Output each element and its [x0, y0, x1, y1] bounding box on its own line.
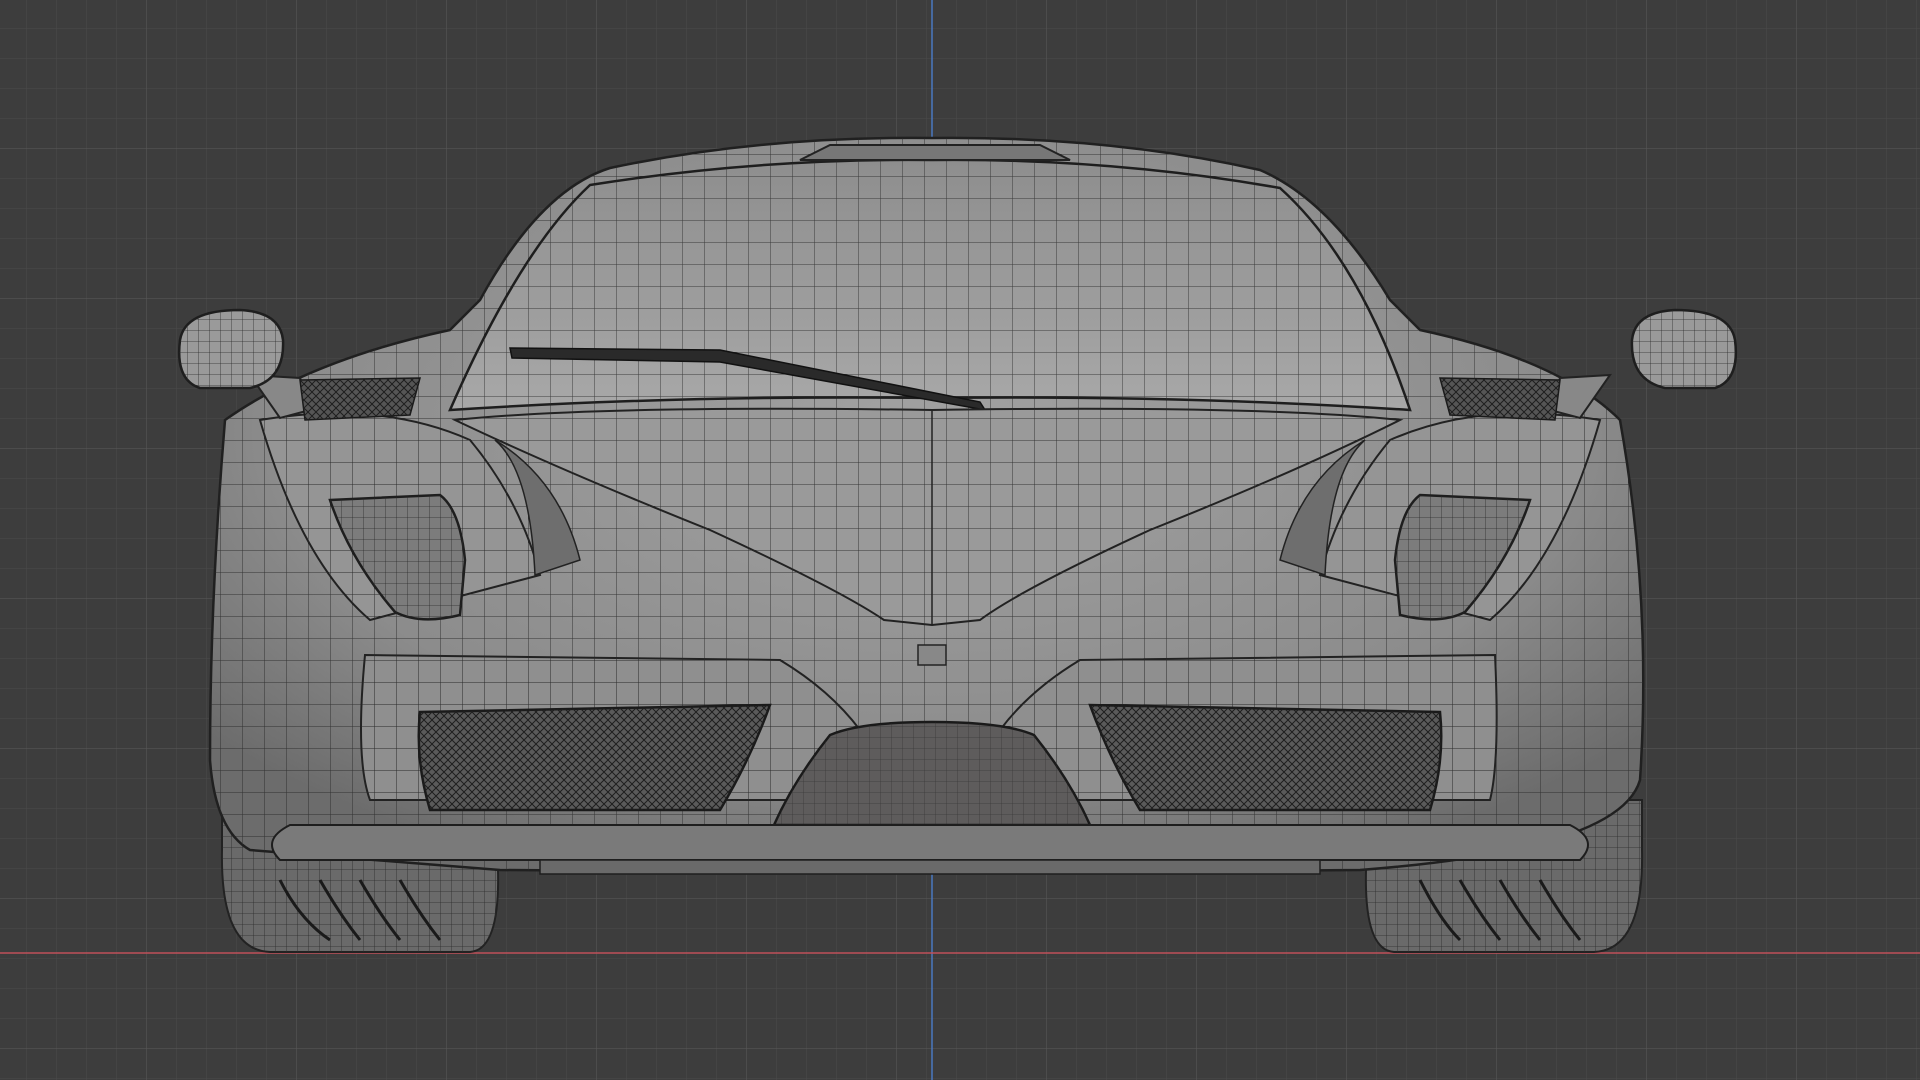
- viewport-canvas[interactable]: [0, 0, 1920, 1080]
- nose-emblem: [917, 644, 947, 666]
- 3d-viewport[interactable]: [0, 0, 1920, 1080]
- splitter-lip: [539, 859, 1321, 875]
- roof-intake: [799, 144, 1071, 161]
- front-splitter: [271, 824, 1589, 861]
